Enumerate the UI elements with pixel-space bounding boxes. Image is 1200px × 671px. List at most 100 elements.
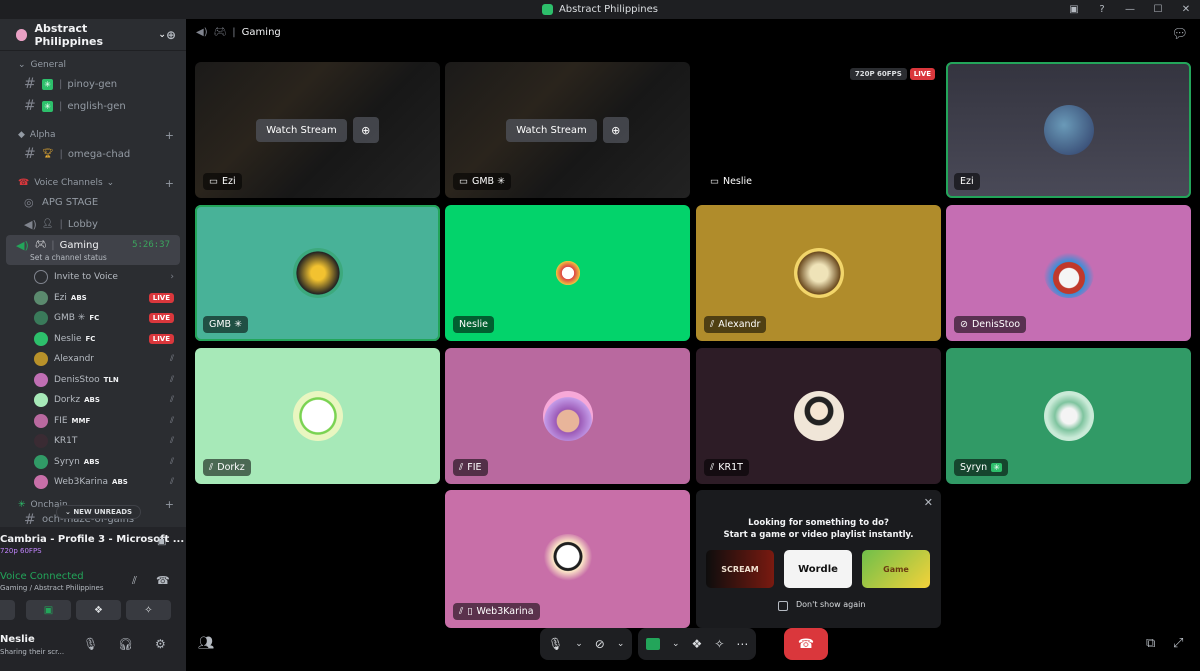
user-tile-alexandr[interactable]: ⫽ Alexandr [696,205,941,341]
voice-user-name: Neslie [54,333,82,344]
avatar [1043,105,1094,155]
more-options-icon[interactable]: ⋯ [736,637,748,651]
microphone-icon[interactable]: 🎙︎ [83,637,98,651]
settings-gear-icon[interactable]: ⚙ [155,637,166,651]
channel-status-prompt[interactable]: Set a channel status [16,253,170,262]
user-status: Sharing their scr... [0,648,65,656]
add-channel-icon[interactable]: + [165,498,174,511]
channel-gaming[interactable]: ◀) 🎮︎ | Gaming 5:26:37 Set a channel sta… [6,235,180,265]
sparkle-icon: ✳ [42,100,53,112]
popout-icon[interactable]: ⊕ [352,117,379,143]
user-tag: FC [89,314,100,323]
hashtag-icon: # [24,76,36,92]
noise-suppression-icon[interactable]: ⫽ [132,574,137,588]
activity-suggestion-panel: ✕ Looking for something to do? Start a g… [696,490,941,628]
close-icon[interactable]: ✕ [924,496,933,509]
stream-tile-neslie[interactable]: 720P 60FPS LIVE ▭ Neslie [696,62,941,198]
category-voice[interactable]: ☎ Voice Channels ⌄ + [0,175,186,191]
voice-user-row[interactable]: KR1T ⫽ [0,431,186,452]
muted-icon: ⫽ [169,477,174,488]
voice-user-name: GMB ✳ [54,313,86,324]
chevron-down-icon[interactable]: ⌄ [575,639,583,649]
inbox-icon[interactable]: ▣ [1060,4,1088,15]
video-button[interactable]: ◖ [0,600,15,620]
voice-connected-status[interactable]: Voice Connected [0,571,84,582]
voice-user-row[interactable]: Neslie FC LIVE [0,329,186,350]
voice-user-row[interactable]: Alexandr ⫽ [0,349,186,370]
popout-icon[interactable]: ⧉ [1146,636,1155,651]
server-header[interactable]: Abstract Philippines ⌄ ⊕ [0,19,186,51]
voice-user-row[interactable]: Dorkz ABS ⫽ [0,390,186,411]
user-tile-dorkz[interactable]: ⫽ Dorkz [195,348,440,484]
popout-icon[interactable]: ⊕ [602,117,629,143]
user-tile-krit[interactable]: ⫽ KR1T [696,348,941,484]
user-tile-web3karina[interactable]: ⫽ ▯ Web3Karina [445,490,690,628]
chevron-down-icon[interactable]: ⌄ [617,639,625,649]
server-logo [16,28,28,41]
category-alpha[interactable]: ◆ Alpha + [0,127,186,143]
headphones-icon[interactable]: 🎧︎ [118,637,133,651]
stream-tile-ezi[interactable]: Watch Stream ⊕ ▭ Ezi [195,62,440,198]
add-channel-icon[interactable]: + [165,177,174,190]
voice-user-row[interactable]: DenisStoo TLN ⫽ [0,370,186,391]
microphone-icon[interactable]: 🎙︎ [548,637,563,651]
activity-card-wordle[interactable]: Wordle [784,550,852,588]
add-person-icon[interactable]: 👥︎ [198,636,215,651]
camera-off-icon[interactable]: ⊘ [595,637,605,651]
user-tile-denisstoo[interactable]: ⊘ DenisStoo [946,205,1191,341]
voice-user-row[interactable]: Web3Karina ABS ⫽ [0,472,186,493]
dont-show-checkbox[interactable] [778,601,788,611]
muted-icon: ⫽ [710,462,715,473]
category-chevron-icon: ⌄ [18,60,26,70]
gamepad-icon: 🎮︎ [34,240,47,250]
voice-user-name: Ezi [54,292,67,303]
user-tile-ezi[interactable]: Ezi [946,62,1191,198]
voice-user-row[interactable]: Ezi ABS LIVE [0,288,186,309]
live-badge: LIVE [909,68,935,80]
voice-user-row[interactable]: FIE MMF ⫽ [0,411,186,432]
channel-omega-chad[interactable]: # 🏆︎ | omega-chad [6,143,180,165]
screenshare-button[interactable]: ▣ [26,600,71,620]
screenshare-icon[interactable] [646,638,660,650]
add-user-icon[interactable]: ⊕ [166,28,176,42]
fullscreen-icon[interactable]: ⤢ [1173,636,1183,651]
channel-pinoy-gen[interactable]: # ✳ | pinoy-gen [6,73,180,95]
stream-tile-gmb[interactable]: Watch Stream ⊕ ▭ GMB ✳ [445,62,690,198]
voice-user-row[interactable]: Syryn ABS ⫽ [0,452,186,473]
chevron-down-icon[interactable]: ⌄ [672,639,680,649]
soundboard-button[interactable]: ✧ [126,600,171,620]
disconnect-icon[interactable]: ☎ [156,574,170,587]
minimize-button[interactable]: — [1116,4,1144,15]
invite-to-voice[interactable]: Invite to Voice › [0,267,186,288]
person-icon: 👤︎ [42,219,54,229]
soundboard-icon[interactable]: ✧ [714,637,724,651]
activity-card-game[interactable]: Game [862,550,930,588]
activity-card-scream[interactable]: SCREAM [706,550,774,588]
window-titlebar: Abstract Philippines ▣ ? — ☐ ✕ [0,0,1200,19]
new-unreads-pill[interactable]: ⌄ NEW UNREADS [56,505,142,519]
stop-stream-icon[interactable]: ▣ [157,536,166,547]
help-icon[interactable]: ? [1088,4,1116,15]
watch-stream-button[interactable]: Watch Stream [506,118,597,142]
category-general[interactable]: ⌄ General [0,57,186,73]
channel-apg-stage[interactable]: ◎ APG STAGE [6,191,180,213]
close-button[interactable]: ✕ [1172,4,1200,15]
avatar [542,391,593,441]
activity-icon[interactable]: ❖ [692,637,703,651]
chat-icon[interactable]: 💬︎ [1171,27,1188,42]
gamepad-icon: 🎮︎ [213,27,227,38]
user-tile-gmb[interactable]: GMB ✳ [195,205,440,341]
watch-stream-button[interactable]: Watch Stream [256,118,347,142]
activity-headline: Looking for something to do? [748,518,889,528]
stream-quality: 720p 60FPS [0,547,42,555]
channel-lobby[interactable]: ◀) 👤︎ | Lobby [6,213,180,235]
user-tile-syryn[interactable]: Syryn ✳ [946,348,1191,484]
user-tile-fie[interactable]: ⫽ FIE [445,348,690,484]
add-channel-icon[interactable]: + [165,129,174,142]
hang-up-button[interactable]: ☎ [784,628,828,660]
voice-user-row[interactable]: GMB ✳ FC LIVE [0,308,186,329]
activity-button[interactable]: ❖ [76,600,121,620]
channel-english-gen[interactable]: # ✳ | english-gen [6,95,180,117]
user-tile-neslie[interactable]: Neslie [445,205,690,341]
maximize-button[interactable]: ☐ [1144,4,1172,15]
